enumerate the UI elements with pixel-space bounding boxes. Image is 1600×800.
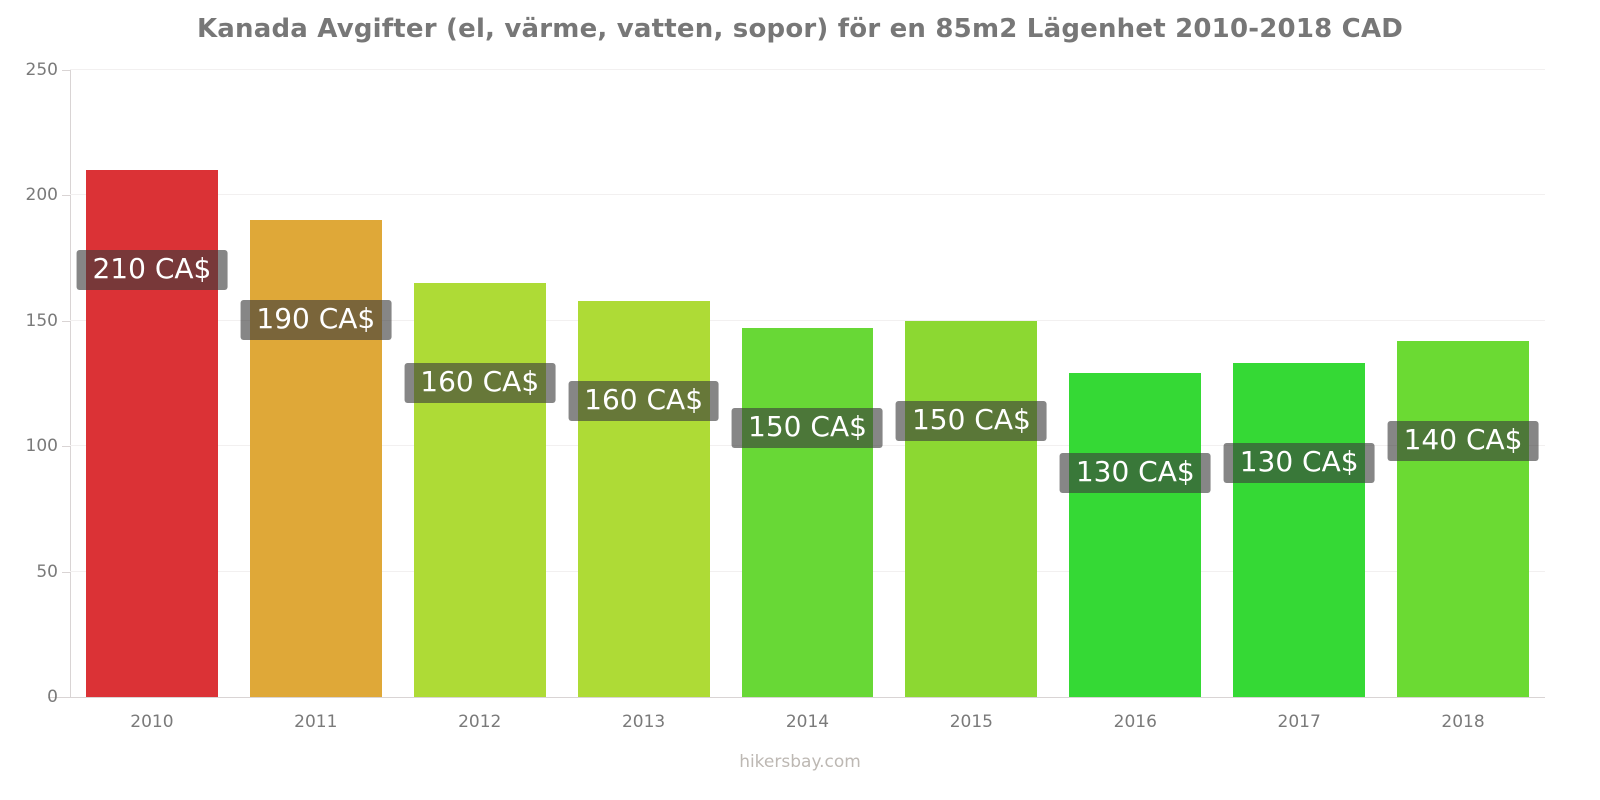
y-tick-label: 0	[47, 687, 58, 707]
bar-group[interactable]: 160 CA$	[568, 70, 720, 697]
y-tick-label: 50	[36, 561, 58, 582]
x-tick-label: 2017	[1277, 712, 1321, 732]
y-tick-label: 200	[25, 185, 58, 206]
plot-area: 210 CA$ 190 CA$ 160 CA$ 160 CA$ 150 CA$ 150 C…	[70, 69, 1545, 697]
bar[interactable]	[413, 283, 546, 697]
bar-group[interactable]: 210 CA$	[76, 70, 228, 697]
bar-value-label: 150 CA$	[732, 408, 883, 449]
bar[interactable]	[741, 328, 874, 697]
x-axis-line	[48, 697, 1545, 698]
bar-value-label: 160 CA$	[568, 380, 720, 421]
bar[interactable]	[1069, 373, 1202, 697]
bar[interactable]	[1233, 363, 1366, 697]
bar-value-label: 160 CA$	[404, 363, 556, 404]
bar-value-label: 140 CA$	[1387, 420, 1539, 461]
x-tick-label: 2016	[1113, 712, 1157, 732]
y-tick-mark	[62, 195, 70, 197]
y-tick-mark	[62, 320, 70, 322]
bar-group[interactable]: 150 CA$	[732, 70, 883, 697]
bar-group[interactable]: 140 CA$	[1387, 70, 1539, 697]
y-tick-mark	[62, 697, 70, 698]
x-tick-label: 2012	[458, 712, 502, 732]
x-tick-label: 2014	[785, 712, 830, 732]
y-tick-mark	[62, 571, 70, 573]
bar[interactable]	[1397, 340, 1529, 697]
x-tick-label: 2010	[130, 712, 174, 732]
y-tick-label: 150	[25, 310, 58, 331]
bar-value-label: 210 CA$	[76, 250, 228, 291]
page-title: Kanada Avgifter (el, värme, vatten, sopo…	[196, 14, 1404, 44]
x-tick-label: 2015	[949, 712, 993, 732]
bar[interactable]	[249, 220, 382, 697]
x-tick-label: 2018	[1441, 712, 1485, 732]
bar[interactable]	[85, 170, 218, 697]
y-tick-label: 100	[25, 436, 58, 457]
bar-group[interactable]: 130 CA$	[1059, 70, 1211, 697]
bar-group[interactable]: 150 CA$	[895, 70, 1047, 697]
bar-group[interactable]: 130 CA$	[1223, 70, 1375, 697]
footer-credit: hikersbay.com	[739, 752, 861, 772]
y-tick-mark	[62, 446, 70, 448]
bar[interactable]	[905, 320, 1038, 697]
y-tick-label: 250	[25, 60, 58, 80]
x-tick-label: 2013	[621, 712, 666, 732]
bar-value-label: 130 CA$	[1223, 443, 1375, 484]
bar-value-label: 130 CA$	[1059, 453, 1211, 494]
chart-page: Kanada Avgifter (el, värme, vatten, sopo…	[0, 0, 1600, 800]
bar-value-label: 150 CA$	[895, 400, 1047, 441]
y-tick-mark	[62, 70, 70, 71]
bar-group[interactable]: 190 CA$	[240, 70, 392, 697]
bar[interactable]	[577, 300, 710, 697]
bar-group[interactable]: 160 CA$	[404, 70, 556, 697]
bar-value-label: 190 CA$	[240, 300, 392, 341]
x-tick-label: 2011	[294, 712, 338, 732]
